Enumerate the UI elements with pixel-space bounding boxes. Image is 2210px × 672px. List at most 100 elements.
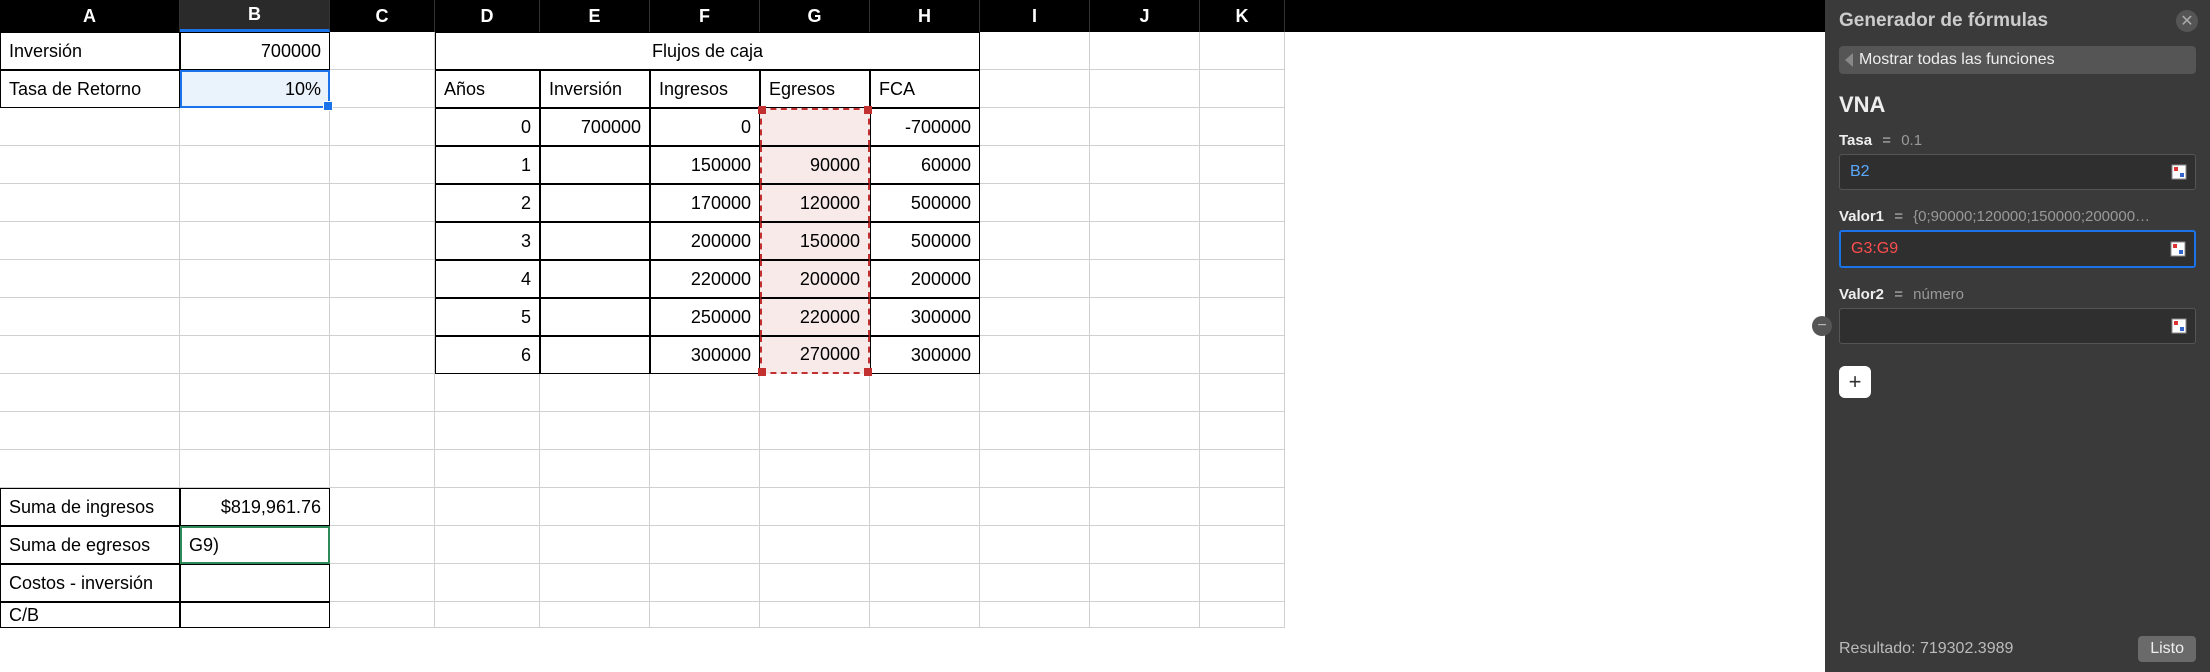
cell-J11[interactable]: [1090, 412, 1200, 450]
cell-H9[interactable]: 300000: [870, 336, 980, 374]
cell-H5[interactable]: 500000: [870, 184, 980, 222]
cell-J13[interactable]: [1090, 488, 1200, 526]
cell-H6[interactable]: 500000: [870, 222, 980, 260]
cell-J9[interactable]: [1090, 336, 1200, 374]
cell-D16[interactable]: [435, 602, 540, 628]
cell-C11[interactable]: [330, 412, 435, 450]
cell-H8[interactable]: 300000: [870, 298, 980, 336]
cell-I9[interactable]: [980, 336, 1090, 374]
cell-G3[interactable]: [760, 108, 870, 146]
cell-H14[interactable]: [870, 526, 980, 564]
cell-J2[interactable]: [1090, 70, 1200, 108]
cell-G9[interactable]: 270000: [760, 336, 870, 374]
cell-C8[interactable]: [330, 298, 435, 336]
cell-H7[interactable]: 200000: [870, 260, 980, 298]
cell-G15[interactable]: [760, 564, 870, 602]
col-header-F[interactable]: F: [650, 0, 760, 32]
cell-G4[interactable]: 90000: [760, 146, 870, 184]
cell-B8[interactable]: [180, 298, 330, 336]
cell-F7[interactable]: 220000: [650, 260, 760, 298]
cell-A1[interactable]: Inversión: [0, 32, 180, 70]
cell-F10[interactable]: [650, 374, 760, 412]
cell-I13[interactable]: [980, 488, 1090, 526]
cell-H15[interactable]: [870, 564, 980, 602]
cell-A15[interactable]: Costos - inversión: [0, 564, 180, 602]
cell-J4[interactable]: [1090, 146, 1200, 184]
cell-K4[interactable]: [1200, 146, 1285, 184]
cell-K8[interactable]: [1200, 298, 1285, 336]
close-icon[interactable]: ✕: [2176, 10, 2198, 32]
cell-F13[interactable]: [650, 488, 760, 526]
cell-I3[interactable]: [980, 108, 1090, 146]
cell-B1[interactable]: 700000: [180, 32, 330, 70]
range-picker-icon[interactable]: [2171, 318, 2187, 334]
cell-J5[interactable]: [1090, 184, 1200, 222]
cell-K11[interactable]: [1200, 412, 1285, 450]
cell-J7[interactable]: [1090, 260, 1200, 298]
cell-K14[interactable]: [1200, 526, 1285, 564]
cell-D9[interactable]: 6: [435, 336, 540, 374]
cell-G11[interactable]: [760, 412, 870, 450]
cell-F8[interactable]: 250000: [650, 298, 760, 336]
cell-H16[interactable]: [870, 602, 980, 628]
cell-F5[interactable]: 170000: [650, 184, 760, 222]
cell-D8[interactable]: 5: [435, 298, 540, 336]
cell-F16[interactable]: [650, 602, 760, 628]
cell-C7[interactable]: [330, 260, 435, 298]
col-header-J[interactable]: J: [1090, 0, 1200, 32]
cell-E14[interactable]: [540, 526, 650, 564]
cell-B14[interactable]: G9): [180, 526, 330, 564]
cell-A9[interactable]: [0, 336, 180, 374]
cell-C12[interactable]: [330, 450, 435, 488]
cell-E9[interactable]: [540, 336, 650, 374]
cell-C6[interactable]: [330, 222, 435, 260]
cell-B4[interactable]: [180, 146, 330, 184]
cell-G12[interactable]: [760, 450, 870, 488]
cell-D12[interactable]: [435, 450, 540, 488]
arg-valor1-field[interactable]: [1839, 230, 2196, 268]
arg-tasa-input[interactable]: [1848, 162, 2171, 182]
cell-B5[interactable]: [180, 184, 330, 222]
cell-K10[interactable]: [1200, 374, 1285, 412]
cell-H11[interactable]: [870, 412, 980, 450]
cell-D4[interactable]: 1: [435, 146, 540, 184]
cell-F3[interactable]: 0: [650, 108, 760, 146]
cell-J14[interactable]: [1090, 526, 1200, 564]
cell-H13[interactable]: [870, 488, 980, 526]
cell-G10[interactable]: [760, 374, 870, 412]
cell-I12[interactable]: [980, 450, 1090, 488]
col-header-E[interactable]: E: [540, 0, 650, 32]
cell-D5[interactable]: 2: [435, 184, 540, 222]
cell-F12[interactable]: [650, 450, 760, 488]
cell-K13[interactable]: [1200, 488, 1285, 526]
cell-A14[interactable]: Suma de egresos: [0, 526, 180, 564]
cell-E6[interactable]: [540, 222, 650, 260]
cell-C1[interactable]: [330, 32, 435, 70]
cell-B10[interactable]: [180, 374, 330, 412]
cell-E5[interactable]: [540, 184, 650, 222]
cell-I4[interactable]: [980, 146, 1090, 184]
cell-F6[interactable]: 200000: [650, 222, 760, 260]
arg-valor2-field[interactable]: −: [1839, 308, 2196, 344]
cell-C13[interactable]: [330, 488, 435, 526]
cell-F2[interactable]: Ingresos: [650, 70, 760, 108]
cell-C15[interactable]: [330, 564, 435, 602]
cell-E10[interactable]: [540, 374, 650, 412]
cell-E7[interactable]: [540, 260, 650, 298]
cell-I14[interactable]: [980, 526, 1090, 564]
cell-F9[interactable]: 300000: [650, 336, 760, 374]
cell-E4[interactable]: [540, 146, 650, 184]
cell-K1[interactable]: [1200, 32, 1285, 70]
cell-E16[interactable]: [540, 602, 650, 628]
cell-E8[interactable]: [540, 298, 650, 336]
cell-D6[interactable]: 3: [435, 222, 540, 260]
cell-B12[interactable]: [180, 450, 330, 488]
cell-I2[interactable]: [980, 70, 1090, 108]
range-picker-icon[interactable]: [2170, 241, 2186, 257]
cell-J3[interactable]: [1090, 108, 1200, 146]
cell-A3[interactable]: [0, 108, 180, 146]
cell-C16[interactable]: [330, 602, 435, 628]
cell-A2[interactable]: Tasa de Retorno: [0, 70, 180, 108]
cell-D11[interactable]: [435, 412, 540, 450]
cell-B3[interactable]: [180, 108, 330, 146]
